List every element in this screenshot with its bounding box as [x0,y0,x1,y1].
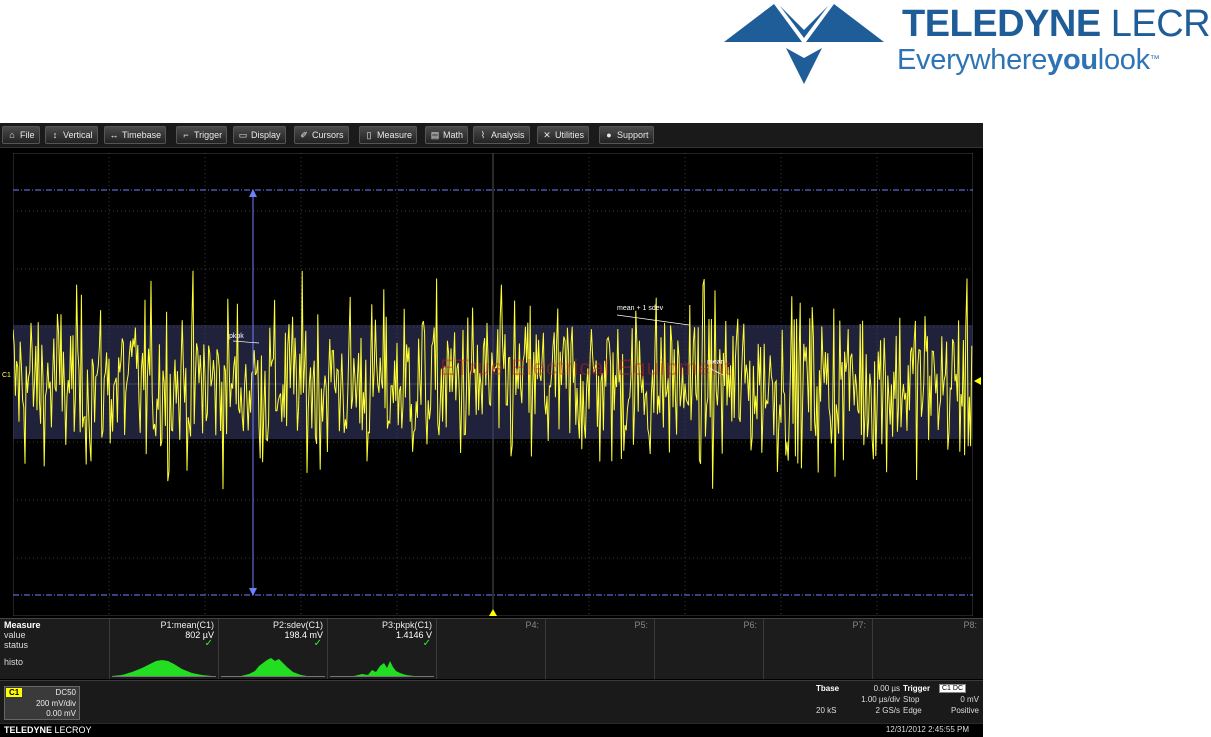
timebase-samples: 20 kS [816,706,837,715]
oscilloscope-window: ⌂ File ↕ Vertical ↔ Timebase ⌐ Trigger ▭ Disp… [0,123,983,737]
logo-mark-icon [724,4,884,84]
trigger-descriptor[interactable]: Trigger C1 DC Stop 0 mV Edge Positive [903,684,979,720]
param-name: P1:mean(C1) [160,620,214,630]
cursor-overlay [13,189,973,596]
menu-cursors-button[interactable]: ✐ Cursors [294,126,349,144]
param-p2[interactable]: P2:sdev(C1) 198.4 mV ✓ [219,619,328,679]
channel-c1-descriptor[interactable]: C1 DC50 200 mV/div 0.00 mV [4,686,80,720]
menu-math-button[interactable]: ▤ Math [425,126,469,144]
math-icon: ▤ [430,130,440,140]
param-histogram [112,660,216,677]
check-icon: ✓ [313,638,322,649]
menu-analysis-button[interactable]: ⌇ Analysis [473,126,530,144]
horizontal-arrows-icon: ↔ [109,130,119,140]
param-histogram [330,661,434,677]
param-p4[interactable]: P4: [437,619,546,679]
offset-marker-icon [974,377,981,385]
trigger-icon: ⌐ [183,130,189,140]
info-icon: ● [606,130,612,140]
trigger-position-icon [489,609,497,616]
measure-row-labels: Measure value status histo [0,619,110,679]
channel-scale: 200 mV/div [35,699,76,708]
menu-trigger-button[interactable]: ⌐ Trigger [176,126,228,144]
trigger-mode: Stop [903,695,920,704]
trigger-title: Trigger [903,684,931,693]
param-p5[interactable]: P5: [546,619,655,679]
row-label-histo: histo [4,657,24,667]
param-histogram [221,658,325,677]
cursor-icon: ✐ [300,130,308,140]
channel-offset: 0.00 mV [46,709,76,718]
channel-tag: C1 [6,688,23,697]
menu-display-button[interactable]: ▭ Display [233,126,286,144]
menu-measure-button[interactable]: ▯ Measure [359,126,418,144]
measure-table: Measure value status histo P1:mean(C1) 8… [0,618,983,679]
logo-brand-text: TELEDYNE LECROY [902,3,1211,45]
timebase-delay: 0.00 µs [873,684,900,693]
param-p7[interactable]: P7: [764,619,873,679]
param-name: P7: [852,620,866,630]
file-icon: ⌂ [9,130,15,140]
vertical-arrows-icon: ↕ [52,130,58,140]
trigger-level: 0 mV [960,695,979,704]
timebase-tdiv: 1.00 µs/div [861,695,900,704]
timebase-descriptor[interactable]: Tbase 0.00 µs 1.00 µs/div 20 kS 2 GS/s [814,684,900,720]
param-name: P8: [963,620,977,630]
param-name: P4: [525,620,539,630]
param-p6[interactable]: P6: [655,619,764,679]
measure-icon: ▯ [366,130,372,140]
param-p3[interactable]: P3:pkpk(C1) 1.4146 V ✓ [328,619,437,679]
utilities-icon: ✕ [543,130,551,140]
analysis-icon: ⌇ [480,130,486,140]
param-p1[interactable]: P1:mean(C1) 802 µV ✓ [110,619,219,679]
check-icon: ✓ [204,638,213,649]
param-name: P5: [634,620,648,630]
menu-bar: ⌂ File ↕ Vertical ↔ Timebase ⌐ Trigger ▭ Disp… [0,123,983,148]
channel-coupling: DC50 [55,688,76,697]
trigger-type: Edge [903,706,922,715]
info-bar: C1 DC50 200 mV/div 0.00 mV Tbase 0.00 µs… [0,680,983,723]
date-time: 12/31/2012 2:45:55 PM [885,725,969,734]
timebase-title: Tbase [816,684,840,693]
menu-file-button[interactable]: ⌂ File [2,126,40,144]
trigger-slope: Positive [950,706,979,715]
row-label-value: value [4,630,26,640]
status-bar: TELEDYNE LECROY 12/31/2012 2:45:55 PM [0,723,983,737]
menu-timebase-button[interactable]: ↔ Timebase [104,126,167,144]
watermark-text: ETrue Electrical Equipment [440,355,732,380]
param-name: P3:pkpk(C1) [381,620,432,630]
measure-title: Measure [4,620,41,630]
menu-utilities-button[interactable]: ✕ Utilities [537,126,590,144]
param-name: P2:sdev(C1) [272,620,323,630]
waveform-grid[interactable]: pkpk mean + 1 sdev mean [13,153,973,616]
param-p8[interactable]: P8: [873,619,983,679]
timebase-rate: 2 GS/s [875,706,900,715]
menu-support-button[interactable]: ● Support [599,126,654,144]
teledyne-lecroy-logo: TELEDYNE LECROY Everywhereyoulook™ [724,0,1211,90]
row-label-status: status [4,640,29,650]
pkpk-annotation: pkpk [229,333,244,340]
channel-c1-level-marker[interactable]: C1 [2,372,11,379]
display-icon: ▭ [238,130,248,140]
check-icon: ✓ [422,638,431,649]
param-name: P6: [743,620,757,630]
mean-sdev-annotation: mean + 1 sdev [617,305,664,312]
footer-brand: TELEDYNE LECROY [4,725,92,735]
logo-tagline: Everywhereyoulook™ [897,44,1160,76]
trigger-source-badge: C1 DC [939,684,967,693]
menu-vertical-button[interactable]: ↕ Vertical [45,126,98,144]
